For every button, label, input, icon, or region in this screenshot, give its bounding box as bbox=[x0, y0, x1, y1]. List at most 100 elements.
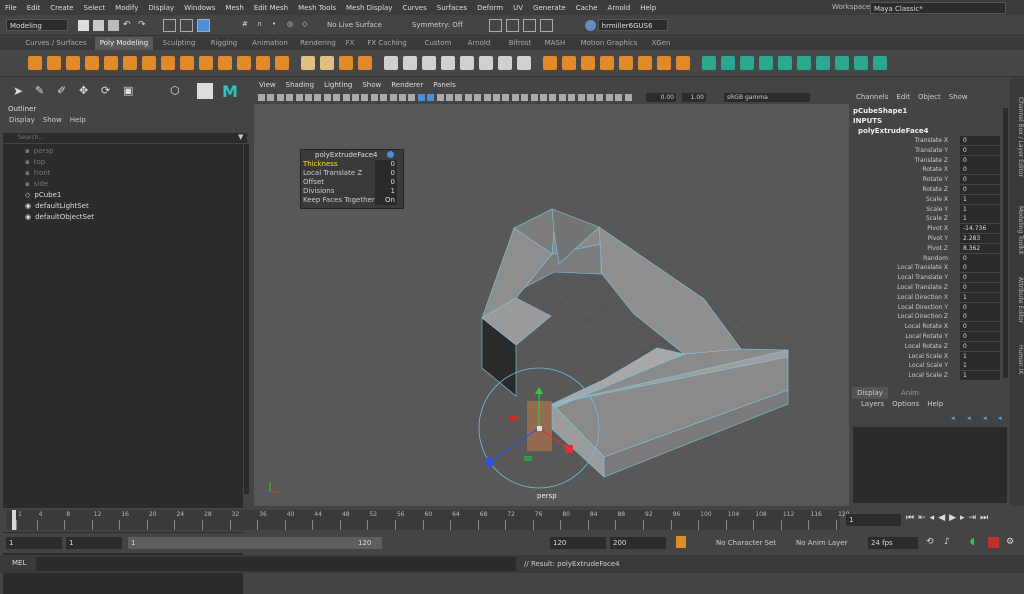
shelf-tool-icon[interactable] bbox=[797, 56, 811, 70]
channel-value-field[interactable]: 0 bbox=[960, 283, 1000, 292]
viewport-tool-icon[interactable] bbox=[370, 94, 378, 101]
viewport-menu-renderer[interactable]: Renderer bbox=[386, 81, 428, 89]
channel-translate-z[interactable]: Translate Z 0 bbox=[852, 155, 1002, 166]
channel-value-field[interactable]: 0 bbox=[960, 175, 1000, 185]
channel-value-field[interactable]: 1 bbox=[960, 194, 1000, 204]
channel-local-scale-x[interactable]: Local Scale X 1 bbox=[852, 351, 1002, 362]
shelf-tool-icon[interactable] bbox=[199, 56, 213, 70]
exposure-field[interactable]: 0.00 bbox=[646, 93, 676, 102]
channel-pivot-x[interactable]: Pivot X -14.736 bbox=[852, 224, 1002, 234]
shelf-tool-icon[interactable] bbox=[759, 56, 773, 70]
user-account-dropdown[interactable]: hrmiller6GUS6 bbox=[597, 19, 668, 31]
channel-value-field[interactable]: 0 bbox=[960, 155, 1000, 165]
shelf-tool-icon[interactable] bbox=[721, 56, 735, 70]
outliner-menu-display[interactable]: Display bbox=[5, 115, 39, 126]
shelf-tool-icon[interactable] bbox=[778, 56, 792, 70]
side-tab-attribute-editor[interactable]: Attribute Editor bbox=[1010, 268, 1024, 332]
viewport-tool-icon[interactable] bbox=[540, 94, 547, 101]
channel-value-field[interactable]: 1 bbox=[960, 361, 1000, 371]
side-tab-channel-box[interactable]: Channel Box / Layer Editor bbox=[1010, 82, 1024, 192]
shelf-tool-icon[interactable] bbox=[562, 56, 576, 70]
channel-pivot-z[interactable]: Pivot Z 8.362 bbox=[852, 243, 1002, 254]
channel-rotate-y[interactable]: Rotate Y 0 bbox=[852, 175, 1002, 185]
viewport-tool-icon[interactable] bbox=[464, 94, 472, 101]
shelf-tool-icon[interactable] bbox=[740, 56, 754, 70]
menu-display[interactable]: Display bbox=[143, 4, 179, 12]
shelf-tool-icon[interactable] bbox=[256, 56, 270, 70]
channelbox-menu-channels[interactable]: Channels bbox=[852, 93, 892, 105]
viewport-tool-icon[interactable] bbox=[333, 94, 341, 101]
channel-local-direction-z[interactable]: Local Direction Z 0 bbox=[852, 312, 1002, 322]
viewport-tool-icon[interactable] bbox=[605, 94, 613, 101]
viewport-tool-icon[interactable] bbox=[258, 94, 265, 101]
shelf-tool-icon[interactable] bbox=[854, 56, 868, 70]
channel-local-rotate-y[interactable]: Local Rotate Y 0 bbox=[852, 332, 1002, 342]
go-to-end-icon[interactable]: ⏭ bbox=[980, 513, 988, 523]
shelf-tool-icon[interactable] bbox=[873, 56, 887, 70]
viewport-tool-icon[interactable] bbox=[549, 94, 557, 101]
channel-value-field[interactable]: 8.362 bbox=[960, 243, 1000, 253]
channel-local-rotate-x[interactable]: Local Rotate X 0 bbox=[852, 322, 1002, 332]
channel-local-scale-z[interactable]: Local Scale Z 1 bbox=[852, 371, 1002, 381]
shelf-tab-curves-surfaces[interactable]: Curves / Surfaces bbox=[20, 37, 92, 50]
viewport-tool-icon[interactable] bbox=[314, 94, 322, 101]
channel-rotate-z[interactable]: Rotate Z 0 bbox=[852, 185, 1002, 195]
channel-value-field[interactable]: 2.283 bbox=[960, 234, 1000, 243]
shelf-tool-icon[interactable] bbox=[543, 56, 557, 70]
channel-translate-y[interactable]: Translate Y 0 bbox=[852, 145, 1002, 156]
maya-logo-icon[interactable]: M bbox=[222, 82, 238, 101]
colorspace-dropdown[interactable]: sRGB gamma bbox=[724, 93, 810, 102]
shelf-tab-arnold[interactable]: Arnold bbox=[462, 37, 496, 50]
shelf-tool-icon[interactable] bbox=[123, 56, 137, 70]
paint-select-icon[interactable]: ✐ bbox=[57, 84, 66, 97]
viewport-menu-view[interactable]: View bbox=[254, 81, 281, 89]
sound-icon[interactable]: ◖ bbox=[970, 537, 975, 547]
shelf-tool-icon[interactable] bbox=[517, 56, 531, 70]
channel-value-field[interactable]: 1 bbox=[960, 371, 1000, 381]
menu-uv[interactable]: UV bbox=[508, 4, 528, 12]
channel-value-field[interactable]: 0 bbox=[960, 322, 1000, 332]
menu-file[interactable]: File bbox=[0, 4, 22, 12]
start-time-field[interactable]: 1 bbox=[6, 537, 62, 549]
shelf-tool-icon[interactable] bbox=[479, 56, 493, 70]
outliner-item-persp[interactable]: ▪ persp bbox=[25, 146, 53, 156]
channel-local-translate-y[interactable]: Local Translate Y 0 bbox=[852, 273, 1002, 283]
shelf-tab-sculpting[interactable]: Sculpting bbox=[156, 37, 202, 50]
viewport-tool-icon[interactable] bbox=[276, 94, 284, 101]
shelf-tool-icon[interactable] bbox=[237, 56, 251, 70]
play-backward-icon[interactable]: ◀ bbox=[938, 513, 945, 523]
outliner-menu-show[interactable]: Show bbox=[39, 115, 66, 126]
outliner-item-side[interactable]: ▪ side bbox=[25, 179, 48, 189]
shelf-tool-icon[interactable] bbox=[180, 56, 194, 70]
shelf-tab-fx[interactable]: FX bbox=[342, 37, 358, 50]
redo-icon[interactable]: ↷ bbox=[138, 20, 149, 31]
viewport-tool-icon[interactable] bbox=[417, 94, 425, 101]
viewport-tool-icon[interactable] bbox=[455, 94, 463, 101]
channel-value-field[interactable]: -14.736 bbox=[960, 224, 1000, 234]
shelf-tab-motion-graphics[interactable]: Motion Graphics bbox=[576, 37, 642, 50]
viewport-tool-icon[interactable] bbox=[624, 94, 632, 101]
viewport-tool-icon[interactable] bbox=[399, 94, 406, 101]
viewport-tool-icon[interactable] bbox=[568, 94, 576, 101]
rotate-tool-icon[interactable]: ⟳ bbox=[101, 84, 110, 97]
shelf-tool-icon[interactable] bbox=[161, 56, 175, 70]
shelf-tab-rendering[interactable]: Rendering bbox=[296, 37, 340, 50]
shelf-tool-icon[interactable] bbox=[816, 56, 830, 70]
menu-select[interactable]: Select bbox=[79, 4, 111, 12]
shelf-tab-mash[interactable]: MASH bbox=[540, 37, 570, 50]
shelf-tool-icon[interactable] bbox=[422, 56, 436, 70]
command-language-label[interactable]: MEL bbox=[12, 559, 26, 567]
channel-scale-x[interactable]: Scale X 1 bbox=[852, 194, 1002, 205]
go-to-start-icon[interactable]: ⏮ bbox=[906, 513, 914, 523]
menu-edit-mesh[interactable]: Edit Mesh bbox=[249, 4, 293, 12]
z-axis-handle[interactable] bbox=[486, 458, 494, 466]
shelf-tool-icon[interactable] bbox=[676, 56, 690, 70]
channelbox-node-name[interactable]: polyExtrudeFace4 bbox=[858, 127, 928, 135]
end-time-field[interactable]: 200 bbox=[610, 537, 666, 549]
time-slider[interactable]: 1 4 8 12 16 20 24 28 32 36 40 44 48 52 56 60 64 68 72 76 80 8… bbox=[0, 508, 1024, 532]
viewport-tool-icon[interactable] bbox=[305, 94, 312, 101]
shelf-tool-icon[interactable] bbox=[702, 56, 716, 70]
step-forward-frame-icon[interactable]: ▸ bbox=[960, 513, 965, 523]
viewport-panel[interactable]: View Shading Lighting Show Renderer Pane… bbox=[254, 78, 849, 506]
chevron-down-icon[interactable]: ▼ bbox=[238, 133, 243, 141]
